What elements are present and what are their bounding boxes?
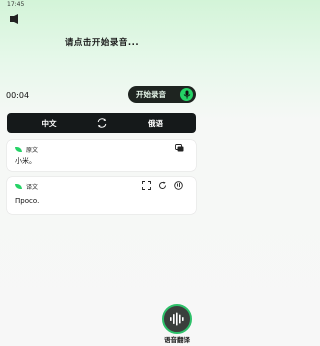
speaker-icon[interactable] bbox=[174, 181, 183, 190]
copy-icon[interactable] bbox=[175, 144, 184, 153]
status-time: 17:45 bbox=[7, 1, 25, 8]
swap-languages-icon[interactable] bbox=[96, 117, 108, 129]
back-icon[interactable] bbox=[9, 14, 23, 24]
waveform-icon bbox=[170, 312, 184, 326]
refresh-icon[interactable] bbox=[158, 181, 167, 190]
microphone-icon bbox=[180, 88, 193, 101]
recording-timer: 00:04 bbox=[6, 91, 30, 100]
leaf-icon bbox=[15, 147, 22, 152]
translation-card: 译文 Просо. bbox=[7, 177, 196, 214]
translation-text: Просо. bbox=[15, 197, 40, 205]
fullscreen-icon[interactable] bbox=[142, 181, 151, 190]
start-recording-button[interactable]: 开始录音 bbox=[128, 86, 196, 103]
voice-translate-button[interactable] bbox=[162, 304, 192, 334]
source-card-title: 原文 bbox=[26, 147, 39, 154]
source-text: 小米。 bbox=[15, 157, 36, 165]
source-language-button[interactable]: 中文 bbox=[7, 118, 91, 129]
leaf-icon bbox=[15, 184, 22, 189]
translation-card-title: 译文 bbox=[26, 184, 39, 191]
source-text-card: 原文 小米。 bbox=[7, 140, 196, 171]
voice-translate-label: 语音翻译 bbox=[164, 336, 190, 344]
recording-prompt: 请点击开始录音... bbox=[64, 38, 140, 48]
start-recording-label: 开始录音 bbox=[136, 90, 166, 99]
language-selector: 中文 俄语 bbox=[7, 113, 196, 133]
target-language-button[interactable]: 俄语 bbox=[115, 118, 196, 129]
